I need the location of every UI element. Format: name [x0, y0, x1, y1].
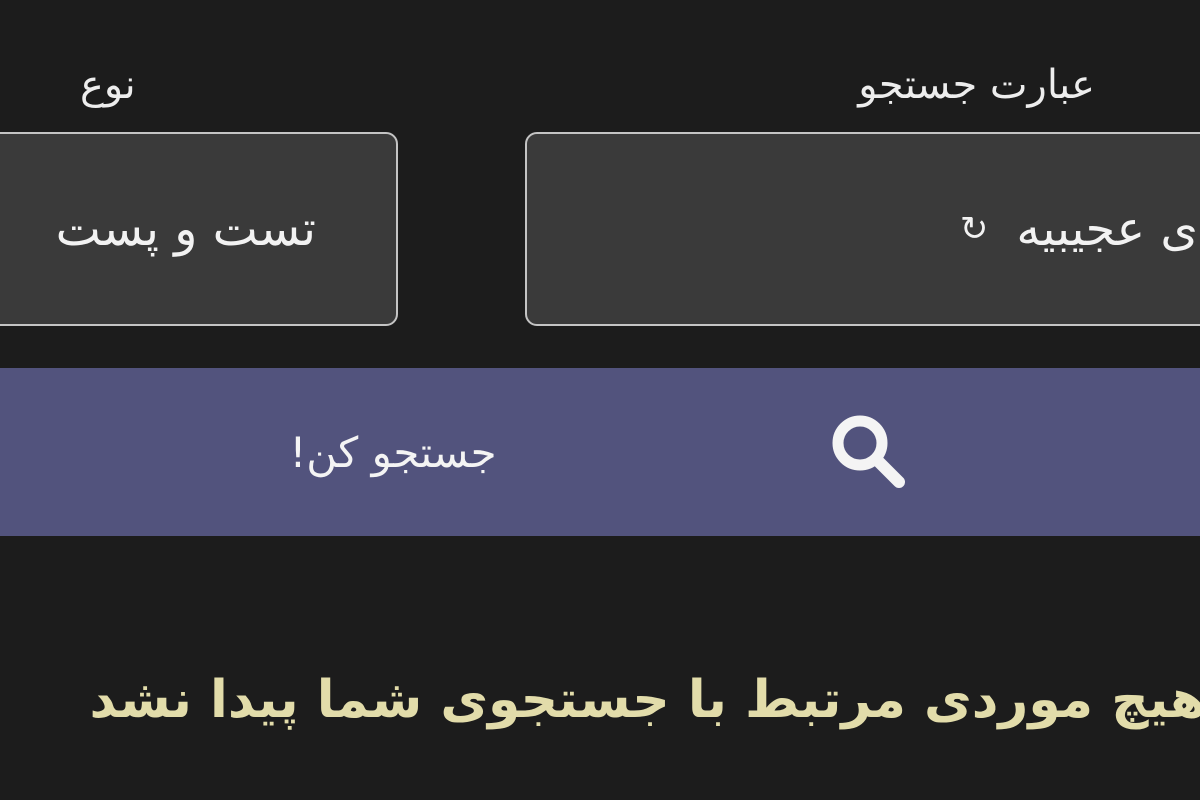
search-query-value: ی عجیبیه [1016, 201, 1198, 257]
search-page: عبارت جستجو نوع ی عجیبیه ↻ تست و پست جست… [0, 0, 1200, 800]
search-icon [832, 415, 905, 488]
refresh-icon[interactable]: ↻ [960, 212, 989, 246]
type-label: نوع [80, 62, 136, 108]
query-label: عبارت جستجو [858, 62, 1095, 108]
type-select-value: تست و پست [55, 201, 316, 257]
search-query-input[interactable]: ی عجیبیه ↻ [525, 132, 1200, 326]
search-button[interactable]: جستجو کن! [0, 368, 1200, 536]
type-select[interactable]: تست و پست [0, 132, 398, 326]
no-results-message: هیچ موردی مرتبط با جستجوی شما پیدا نشد [89, 670, 1200, 730]
search-button-label: جستجو کن! [289, 427, 497, 477]
